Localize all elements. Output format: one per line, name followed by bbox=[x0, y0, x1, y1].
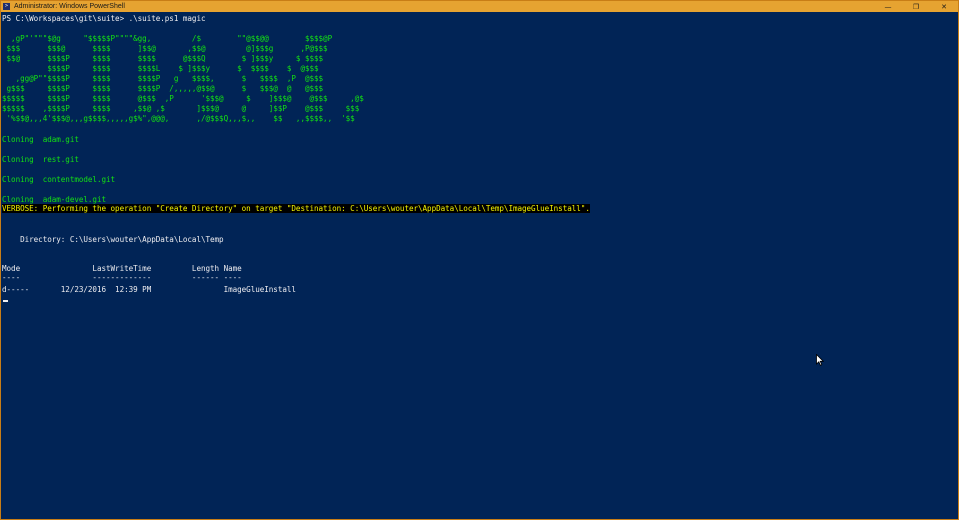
minimize-button[interactable]: — bbox=[874, 1, 902, 12]
clone-line: Cloning adam.git bbox=[2, 135, 79, 144]
clone-line: Cloning adam-devel.git bbox=[2, 195, 107, 204]
ascii-banner-line: g$$$ $$$$P $$$$ $$$$P /,,,,,@$$@ $ $$$@ … bbox=[2, 84, 324, 93]
ascii-banner-line: $$$$$ $$$$P $$$$ @$$$ ,P '$$$@ $ ]$$$@ @… bbox=[2, 94, 364, 103]
table-divider: ---- ------------- ------ ---- bbox=[2, 273, 242, 282]
ascii-banner-line: $$$$$ ,$$$$P $$$$ ,$$@ ,$ ]$$$@ @ ]$$P @… bbox=[2, 104, 360, 113]
table-row: d----- 12/23/2016 12:39 PM ImageGlueInst… bbox=[2, 285, 296, 294]
prompt-line: PS C:\Workspaces\git\suite> .\suite.ps1 … bbox=[2, 14, 206, 23]
table-header: Mode LastWriteTime Length Name bbox=[2, 264, 242, 273]
ascii-banner-line: ,gP"'"""$@g "$$$$$P""""&gg, /$ ""@$$@@ $… bbox=[2, 34, 333, 43]
close-button[interactable]: ✕ bbox=[930, 1, 958, 12]
restore-button[interactable]: ❐ bbox=[902, 1, 930, 12]
title-bar[interactable]: > Administrator: Windows PowerShell — ❐ … bbox=[1, 1, 958, 12]
mouse-pointer-icon bbox=[816, 354, 824, 366]
ascii-banner-line: $$$$P $$$$ $$$$L $ ]$$$y $ $$$$ $ @$$$ bbox=[2, 64, 319, 73]
vertical-scrollbar[interactable] bbox=[946, 13, 957, 519]
clone-line: Cloning rest.git bbox=[2, 155, 79, 164]
window-title: Administrator: Windows PowerShell bbox=[14, 3, 125, 10]
verbose-message: VERBOSE: Performing the operation "Creat… bbox=[2, 204, 590, 213]
console-output[interactable]: PS C:\Workspaces\git\suite> .\suite.ps1 … bbox=[2, 13, 947, 519]
ascii-banner-line: '%$$@,,,4'$$$@,,,g$$$$,,,,,g$%",@@@, ,/@… bbox=[2, 114, 355, 123]
ascii-banner-line: $$@ $$$$P $$$$ $$$$ @$$$Q $ ]$$$y $ $$$$ bbox=[2, 54, 324, 63]
powershell-icon[interactable]: > bbox=[3, 3, 10, 10]
powershell-window: > Administrator: Windows PowerShell — ❐ … bbox=[0, 0, 959, 520]
window-controls: — ❐ ✕ bbox=[874, 1, 958, 12]
clone-line: Cloning contentmodel.git bbox=[2, 175, 116, 184]
ascii-banner-line: $$$ $$$@ $$$$ ]$$@ ,$$@ @]$$$g ,P@$$$ bbox=[2, 44, 328, 53]
directory-heading: Directory: C:\Users\wouter\AppData\Local… bbox=[2, 235, 224, 244]
text-cursor bbox=[3, 300, 8, 302]
ascii-banner-line: ,gg@P""$$$$P $$$$ $$$$P g $$$$, $ $$$$ ,… bbox=[2, 74, 324, 83]
